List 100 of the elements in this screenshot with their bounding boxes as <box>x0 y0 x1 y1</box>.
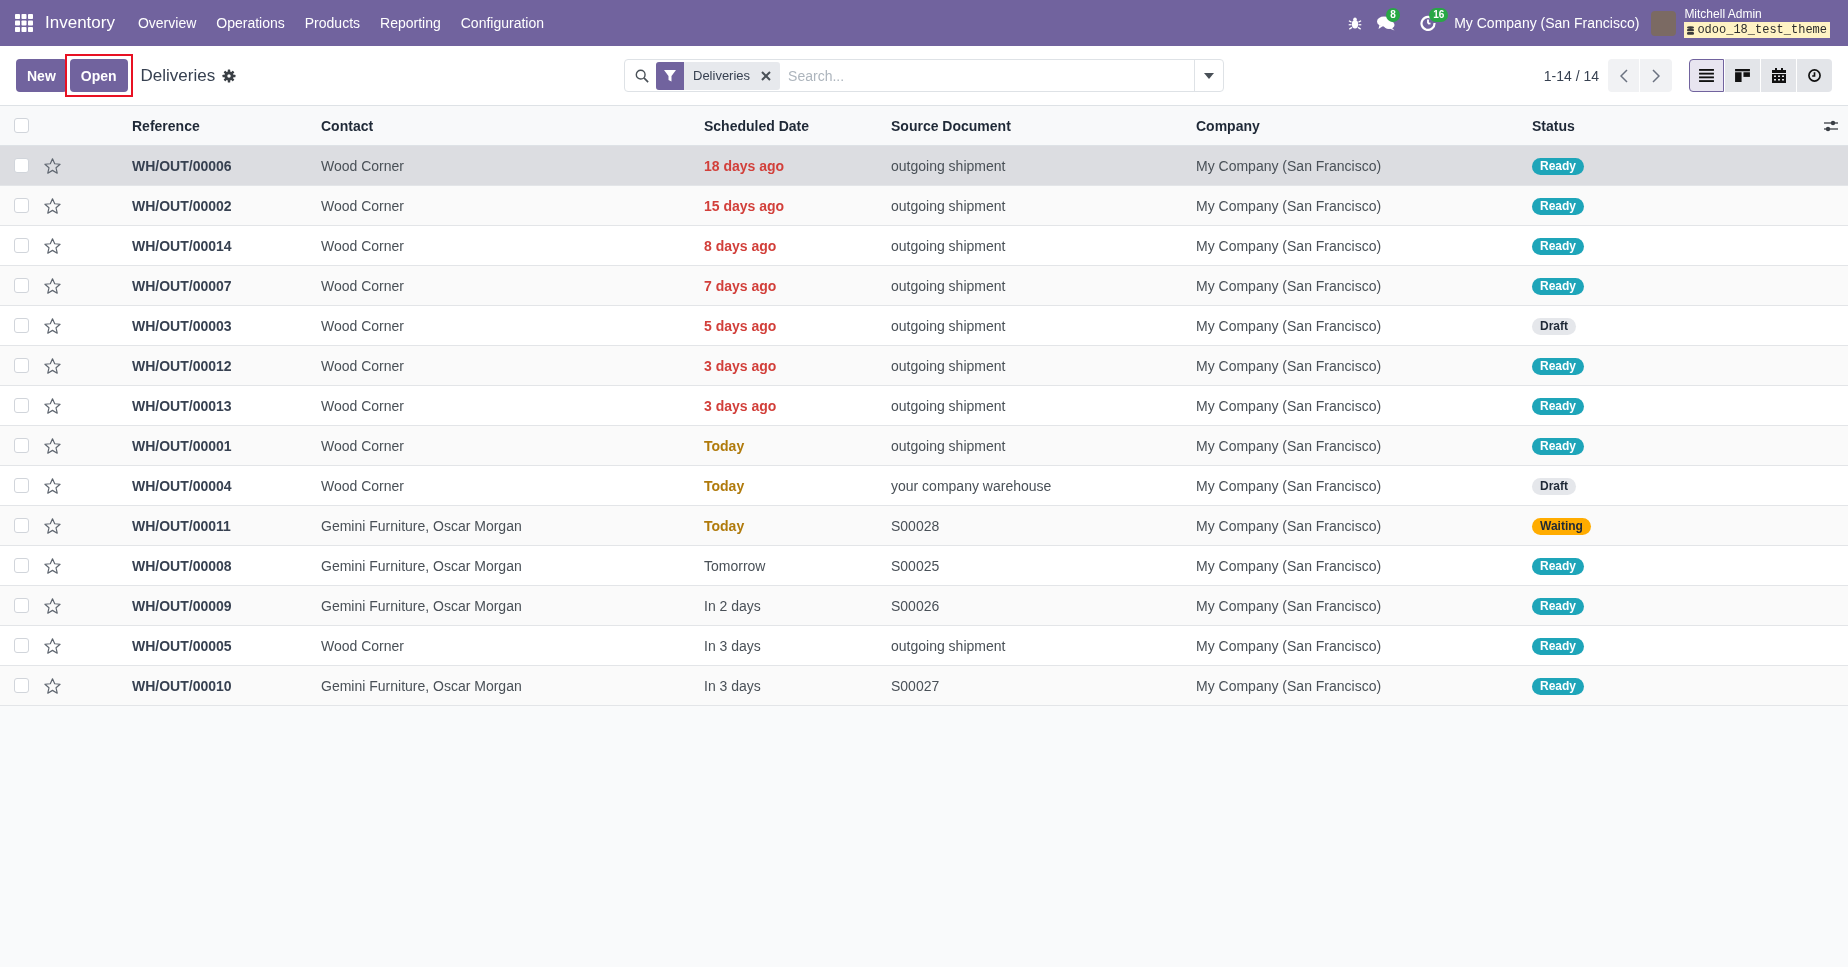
reference-cell: WH/OUT/00011 <box>132 517 231 534</box>
source-document-cell: outgoing shipment <box>891 317 1006 334</box>
filter-icon <box>656 61 684 90</box>
star-icon[interactable] <box>44 477 61 494</box>
source-document-cell: S00025 <box>891 557 940 574</box>
column-header[interactable]: Company <box>1196 117 1260 134</box>
row-checkbox[interactable] <box>14 318 29 333</box>
scheduled-date-cell: 8 days ago <box>704 237 777 254</box>
row-checkbox[interactable] <box>14 198 29 213</box>
column-header[interactable]: Contact <box>321 117 374 134</box>
menu-item[interactable]: Products <box>294 0 371 46</box>
contact-cell: Wood Corner <box>321 197 404 214</box>
star-icon[interactable] <box>44 557 61 574</box>
row-checkbox[interactable] <box>14 518 29 533</box>
status-badge: Ready <box>1532 637 1585 655</box>
row-checkbox[interactable] <box>14 158 29 173</box>
star-icon[interactable] <box>44 357 61 374</box>
row-checkbox[interactable] <box>14 678 29 693</box>
search-bar[interactable]: Deliveries Search... <box>624 59 1224 92</box>
action-button[interactable]: New <box>16 59 67 92</box>
scheduled-date-cell: In 2 days <box>704 597 761 614</box>
kanban-view-button[interactable] <box>1725 59 1760 92</box>
close-icon[interactable] <box>761 70 772 81</box>
status-badge: Ready <box>1532 197 1585 215</box>
star-icon[interactable] <box>44 437 61 454</box>
row-checkbox[interactable] <box>14 278 29 293</box>
scheduled-date-cell: 5 days ago <box>704 317 777 334</box>
row-checkbox[interactable] <box>14 438 29 453</box>
star-icon[interactable] <box>44 637 61 654</box>
contact-cell: Wood Corner <box>321 637 404 654</box>
calendar-view-button[interactable] <box>1761 59 1796 92</box>
star-icon[interactable] <box>44 197 61 214</box>
row-checkbox[interactable] <box>14 478 29 493</box>
status-badge: Draft <box>1532 477 1576 495</box>
star-icon[interactable] <box>44 597 61 614</box>
bug-icon[interactable] <box>1348 16 1363 30</box>
star-icon[interactable] <box>44 677 61 694</box>
table-row[interactable]: WH/OUT/00012 Wood Corner 3 days ago outgoing shipment My Company (San Francisco) Ready <box>0 346 1848 386</box>
column-header[interactable]: Reference <box>132 117 200 134</box>
row-checkbox[interactable] <box>14 358 29 373</box>
scheduled-date-cell: 3 days ago <box>704 397 777 414</box>
contact-cell: Wood Corner <box>321 317 404 334</box>
row-checkbox[interactable] <box>14 638 29 653</box>
table-row[interactable]: WH/OUT/00006 Wood Corner 18 days ago outgoing shipment My Company (San Francisco) Ready <box>0 146 1848 186</box>
list-icon <box>1699 69 1714 82</box>
page-title: Deliveries <box>140 65 216 86</box>
menu-item[interactable]: Reporting <box>370 0 451 46</box>
menu-item[interactable]: Operations <box>206 0 295 46</box>
apps-menu-icon[interactable] <box>15 14 33 32</box>
search-input[interactable]: Search... <box>788 63 1194 88</box>
star-icon[interactable] <box>44 157 61 174</box>
star-icon[interactable] <box>44 237 61 254</box>
table-row[interactable]: WH/OUT/00002 Wood Corner 15 days ago outgoing shipment My Company (San Francisco) Ready <box>0 186 1848 226</box>
table-row[interactable]: WH/OUT/00011 Gemini Furniture, Oscar Morgan Today S00028 My Company (San Francisco) Waiting <box>0 506 1848 546</box>
source-document-cell: your company warehouse <box>891 477 1052 494</box>
source-document-cell: S00026 <box>891 597 940 614</box>
contact-cell: Wood Corner <box>321 237 404 254</box>
star-icon[interactable] <box>44 277 61 294</box>
list-view-button[interactable] <box>1689 59 1724 92</box>
column-header[interactable]: Source Document <box>891 117 1011 134</box>
contact-cell: Wood Corner <box>321 397 404 414</box>
menu-item[interactable]: Configuration <box>450 0 554 46</box>
sliders-icon[interactable] <box>1824 119 1838 132</box>
company-cell: My Company (San Francisco) <box>1196 357 1382 374</box>
reference-cell: WH/OUT/00012 <box>132 357 232 374</box>
company-cell: My Company (San Francisco) <box>1196 277 1382 294</box>
star-icon[interactable] <box>44 517 61 534</box>
table-row[interactable]: WH/OUT/00009 Gemini Furniture, Oscar Morgan In 2 days S00026 My Company (San Francisco) Ready <box>0 586 1848 626</box>
settings-icon[interactable] <box>222 68 237 83</box>
company-cell: My Company (San Francisco) <box>1196 157 1382 174</box>
company-cell: My Company (San Francisco) <box>1196 477 1382 494</box>
company-switcher[interactable]: My Company (San Francisco) <box>1454 15 1640 31</box>
source-document-cell: outgoing shipment <box>891 277 1006 294</box>
menu-item[interactable]: Overview <box>127 0 207 46</box>
action-button[interactable]: Open <box>69 59 128 92</box>
database-name: odoo_18_test_theme <box>1697 23 1827 37</box>
row-checkbox[interactable] <box>14 558 29 573</box>
row-checkbox[interactable] <box>14 598 29 613</box>
table-row[interactable]: WH/OUT/00007 Wood Corner 7 days ago outgoing shipment My Company (San Francisco) Ready <box>0 266 1848 306</box>
scheduled-date-cell: 18 days ago <box>704 157 785 174</box>
calendar-icon <box>1771 68 1786 83</box>
table-row[interactable]: WH/OUT/00001 Wood Corner Today outgoing shipment My Company (San Francisco) Ready <box>0 426 1848 466</box>
scheduled-date-cell: Today <box>704 437 745 454</box>
company-cell: My Company (San Francisco) <box>1196 597 1382 614</box>
source-document-cell: outgoing shipment <box>891 357 1006 374</box>
activity-view-button[interactable] <box>1797 59 1832 92</box>
star-icon[interactable] <box>44 317 61 334</box>
row-checkbox[interactable] <box>14 238 29 253</box>
user-name[interactable]: Mitchell Admin <box>1684 8 1830 21</box>
column-header[interactable]: Status <box>1532 117 1575 134</box>
pager-value[interactable]: 1-14 / 14 <box>1543 67 1599 84</box>
app-name[interactable]: Inventory <box>45 13 115 33</box>
column-header[interactable]: Scheduled Date <box>704 117 810 134</box>
star-icon[interactable] <box>44 397 61 414</box>
company-cell: My Company (San Francisco) <box>1196 557 1382 574</box>
reference-cell: WH/OUT/00007 <box>132 277 232 294</box>
select-all-checkbox[interactable] <box>14 118 29 133</box>
table-row[interactable]: WH/OUT/00010 Gemini Furniture, Oscar Morgan In 3 days S00027 My Company (San Francisco) Ready <box>0 666 1848 706</box>
scheduled-date-cell: 15 days ago <box>704 197 785 214</box>
row-checkbox[interactable] <box>14 398 29 413</box>
